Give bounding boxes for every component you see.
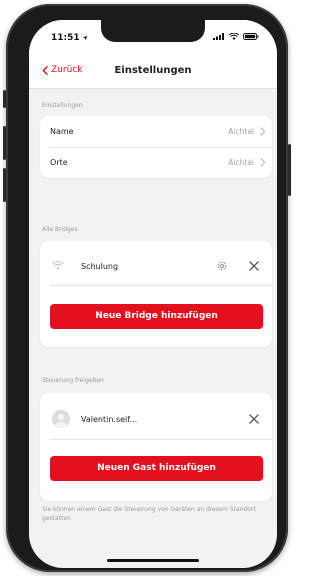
share-footer-note: Sie können einem Gast die Steuerung von … (42, 506, 256, 522)
status-time-text: 11:51 (51, 33, 80, 43)
phone-frame: 11:51 Zurück Einstellungen Einstellungen… (3, 4, 291, 572)
location-arrow-icon (82, 35, 88, 41)
mute-switch (3, 90, 6, 108)
person-icon (54, 413, 68, 428)
navigation-bar: Zurück Einstellungen (29, 58, 277, 89)
share-card: Valentin.seif... Neuen Gast hinzufügen (40, 393, 272, 501)
settings-row-locations[interactable]: Orte Aichtal (40, 148, 272, 178)
app-screen: 11:51 Zurück Einstellungen Einstellungen… (29, 20, 277, 568)
wifi-icon (229, 33, 239, 40)
chevron-right-icon (260, 127, 266, 136)
chevron-right-icon (260, 158, 266, 167)
settings-row-locations-label: Orte (50, 158, 68, 167)
close-icon[interactable] (249, 261, 259, 271)
settings-row-name-value: Aichtal (228, 127, 254, 136)
add-guest-button[interactable]: Neuen Gast hinzufügen (50, 456, 263, 481)
settings-row-locations-value: Aichtal (228, 158, 254, 167)
bridge-wifi-icon (52, 261, 64, 270)
notch (101, 20, 205, 42)
section-label-share-control: Steuerung freigeben (42, 377, 104, 384)
cellular-signal-icon (213, 33, 224, 40)
add-bridge-button[interactable]: Neue Bridge hinzufügen (50, 304, 263, 329)
avatar (52, 410, 70, 428)
volume-down-button (3, 168, 6, 202)
close-icon[interactable] (249, 414, 259, 424)
bridge-row[interactable]: Schulung (40, 254, 272, 284)
row-divider (50, 439, 272, 440)
bridge-name: Schulung (81, 262, 119, 271)
page-title: Einstellungen (114, 65, 192, 76)
home-indicator (107, 559, 199, 562)
section-label-settings: Einstellungen (42, 102, 83, 109)
row-divider (50, 285, 272, 286)
guest-row[interactable]: Valentin.seif... (40, 408, 272, 438)
settings-row-name[interactable]: Name Aichtal (40, 117, 272, 147)
volume-up-button (3, 126, 6, 160)
settings-row-name-label: Name (50, 127, 74, 136)
settings-card: Name Aichtal Orte Aichtal (40, 116, 272, 178)
battery-icon (243, 33, 259, 40)
guest-name: Valentin.seif... (81, 415, 138, 424)
power-button (288, 144, 291, 196)
gear-icon[interactable] (216, 260, 228, 272)
section-label-bridges: Alle Bridges (42, 226, 78, 233)
status-icons (213, 33, 259, 40)
status-time: 11:51 (51, 33, 88, 43)
bridges-card: Schulung Neue Bridge hinzufügen (40, 241, 272, 347)
